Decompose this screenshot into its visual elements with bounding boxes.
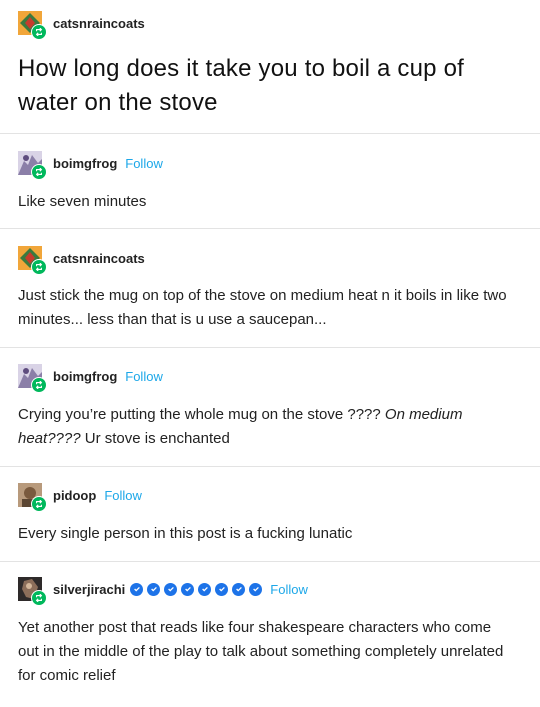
reblog-icon <box>31 24 47 40</box>
username[interactable]: boimgfrog <box>53 156 117 171</box>
verified-badges <box>130 582 266 596</box>
username[interactable]: pidoop <box>53 488 96 503</box>
reply-text: Just stick the mug on top of the stove o… <box>18 287 507 328</box>
reply-text-end: Ur stove is enchanted <box>80 430 230 447</box>
reply-header: boimgfrog Follow <box>18 362 163 393</box>
post: catsnraincoats How long does it take you… <box>0 0 540 707</box>
reply-text: Every single person in this post is a fu… <box>18 525 353 542</box>
follow-button[interactable]: Follow <box>270 582 308 597</box>
reply-header: boimgfrog Follow <box>18 149 163 180</box>
username[interactable]: catsnraincoats <box>53 251 145 266</box>
op-header: catsnraincoats <box>18 9 145 40</box>
username[interactable]: silverjirachi <box>53 582 125 597</box>
avatar-catsnraincoats[interactable] <box>18 246 47 275</box>
reply-text: Like seven minutes <box>18 193 147 210</box>
reply-text: Yet another post that reads like four sh… <box>18 619 504 684</box>
reply-block: silverjirachi Follow Yet another post th… <box>0 562 540 707</box>
verified-badge-icon[interactable] <box>249 582 263 596</box>
follow-button[interactable]: Follow <box>125 156 163 171</box>
reblog-icon <box>31 259 47 275</box>
reply-block: boimgfrog Follow Like seven minutes <box>0 134 540 229</box>
avatar-pidoop[interactable] <box>18 483 47 512</box>
reply-header: silverjirachi Follow <box>18 575 308 606</box>
post-title: How long does it take you to boil a cup … <box>18 55 465 116</box>
username[interactable]: boimgfrog <box>53 369 117 384</box>
reblog-icon <box>31 590 47 606</box>
op-block: catsnraincoats How long does it take you… <box>0 0 540 134</box>
reblog-icon <box>31 164 47 180</box>
username[interactable]: catsnraincoats <box>53 16 145 31</box>
verified-badge-icon[interactable] <box>198 582 212 596</box>
avatar-boimgfrog[interactable] <box>18 151 47 180</box>
reply-block: boimgfrog Follow Crying you’re putting t… <box>0 348 540 467</box>
reply-text: Crying you’re putting the whole mug on t… <box>18 403 512 451</box>
verified-badge-icon[interactable] <box>181 582 195 596</box>
verified-badge-icon[interactable] <box>215 582 229 596</box>
reply-text-plain: Crying you’re putting the whole mug on t… <box>18 406 385 423</box>
verified-badge-icon[interactable] <box>164 582 178 596</box>
avatar-silverjirachi[interactable] <box>18 577 47 606</box>
reblog-icon <box>31 377 47 393</box>
reply-header: catsnraincoats <box>18 244 145 275</box>
follow-button[interactable]: Follow <box>125 369 163 384</box>
reply-block: catsnraincoats Just stick the mug on top… <box>0 229 540 348</box>
reblog-icon <box>31 496 47 512</box>
verified-badge-icon[interactable] <box>130 582 144 596</box>
avatar-catsnraincoats[interactable] <box>18 11 47 40</box>
verified-badge-icon[interactable] <box>147 582 161 596</box>
follow-button[interactable]: Follow <box>104 488 142 503</box>
reply-header: pidoop Follow <box>18 481 142 512</box>
avatar-boimgfrog[interactable] <box>18 364 47 393</box>
reply-block: pidoop Follow Every single person in thi… <box>0 467 540 562</box>
verified-badge-icon[interactable] <box>232 582 246 596</box>
